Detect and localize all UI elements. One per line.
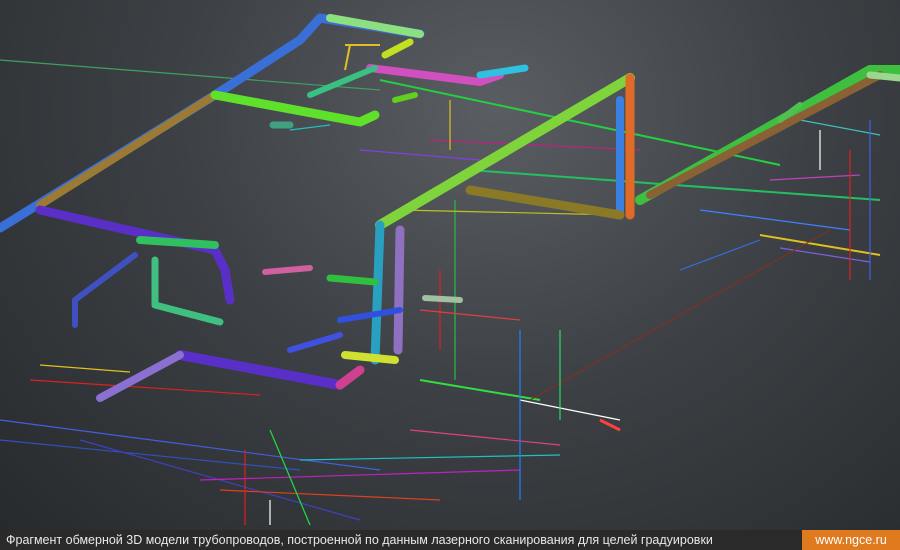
caption-text: Фрагмент обмерной 3D модели трубопроводо… bbox=[6, 533, 713, 547]
thick-pipes bbox=[0, 13, 900, 402]
caption-bar: Фрагмент обмерной 3D модели трубопроводо… bbox=[0, 530, 900, 550]
thin-lines bbox=[0, 44, 881, 526]
site-link[interactable]: www.ngce.ru bbox=[802, 530, 900, 550]
pipeline-3d-model-image: Фрагмент обмерной 3D модели трубопроводо… bbox=[0, 0, 900, 550]
pipeline-scene bbox=[0, 13, 900, 526]
